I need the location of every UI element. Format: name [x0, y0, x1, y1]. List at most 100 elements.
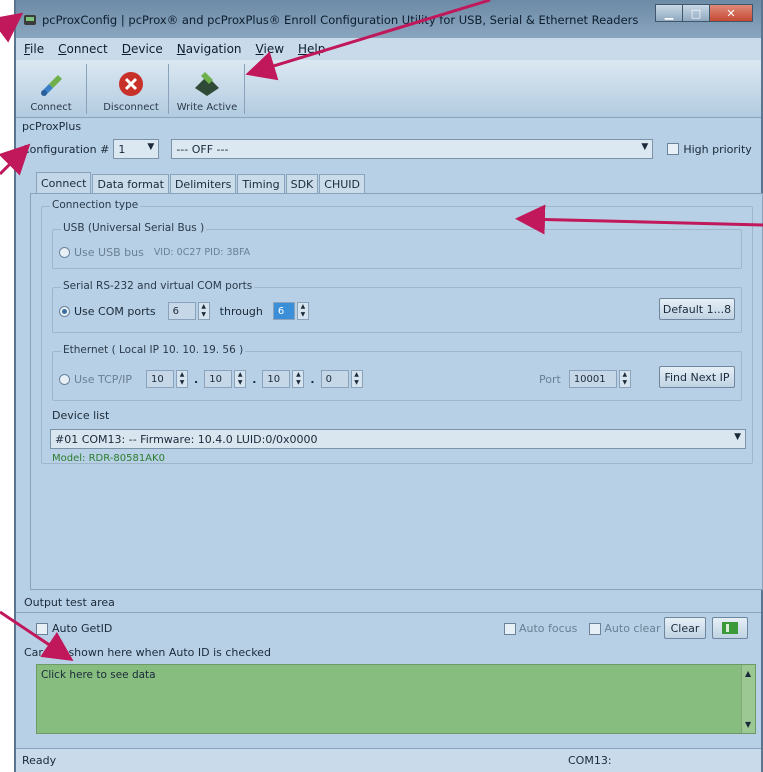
title-bar: pcProxConfig | pcProx® and pcProxPlus® E… [16, 0, 761, 38]
tab-sdk[interactable]: SDK [285, 174, 319, 194]
ip-octet-3[interactable]: 10 ▲ ▼ [262, 370, 305, 388]
port-value: 10001 [568, 370, 617, 388]
configuration-number-value: 1 [118, 142, 126, 156]
device-list-label: Device list [52, 409, 110, 422]
tab-strip: Connect Data format Delimiters Timing SD… [36, 172, 366, 194]
menu-help[interactable]: Help [298, 42, 325, 56]
connection-type-legend: Connection type [50, 199, 141, 211]
connect-icon [35, 68, 67, 100]
menu-device[interactable]: Device [122, 42, 163, 56]
spinner-icon[interactable]: ▲ ▼ [618, 370, 631, 388]
spinner-icon[interactable]: ▲ ▼ [197, 302, 210, 320]
tab-delimiters[interactable]: Delimiters [169, 174, 237, 194]
configuration-row: Configuration # 1 ▼ --- OFF --- ▼ High p… [22, 136, 761, 162]
chevron-down-icon: ▼ [734, 432, 741, 442]
usb-ids: VID: 0C27 PID: 3BFA [153, 247, 251, 258]
connect-button-label: Connect [30, 102, 72, 113]
spinner-icon[interactable]: ▲ ▼ [176, 370, 189, 388]
use-com-ports-radio[interactable] [59, 305, 70, 317]
scroll-up-icon[interactable]: ▲ [745, 669, 751, 678]
minimize-button[interactable]: ▁ [655, 4, 683, 22]
ethernet-legend: Ethernet ( Local IP 10. 10. 19. 56 ) [61, 344, 246, 356]
capture-button[interactable] [712, 617, 748, 639]
tab-connect[interactable]: Connect [36, 172, 92, 194]
find-next-ip-button[interactable]: Find Next IP [659, 366, 735, 388]
high-priority-label: High priority [683, 142, 752, 156]
auto-clear-checkbox[interactable] [589, 622, 602, 635]
toolbar-separator [86, 64, 87, 114]
configuration-number-select[interactable]: 1 ▼ [113, 139, 160, 159]
ip-octet-1[interactable]: 10 ▲ ▼ [146, 370, 189, 388]
status-bar: Ready COM13: [16, 748, 761, 772]
auto-focus-checkbox[interactable] [504, 622, 516, 635]
disconnect-button[interactable]: Disconnect [94, 62, 168, 116]
ip-octet-2-value: 10 [204, 370, 233, 388]
configuration-label: Configuration # [22, 142, 110, 156]
use-com-ports-label: Use COM ports [74, 304, 156, 318]
card-id-hint: Card ID shown here when Auto ID is check… [24, 646, 271, 659]
device-list-value: #01 COM13: -- Firmware: 10.4.0 LUID:0/0x… [55, 432, 318, 446]
high-priority-checkbox[interactable] [667, 143, 680, 155]
toolbar-separator [168, 64, 169, 114]
spinner-icon[interactable]: ▲ ▼ [292, 370, 305, 388]
toolbar: Connect Disconnect Write Active [16, 60, 761, 118]
use-tcpip-label: Use TCP/IP [74, 372, 133, 386]
ip-dot: . [310, 372, 315, 386]
output-test-area-title: Output test area [24, 596, 115, 609]
spinner-icon[interactable]: ▲ ▼ [234, 370, 247, 388]
spinner-icon[interactable]: ▲ ▼ [350, 370, 363, 388]
ip-dot: . [194, 372, 199, 386]
tab-data-format[interactable]: Data format [92, 174, 169, 194]
connect-button[interactable]: Connect [22, 62, 80, 116]
com-from-stepper[interactable]: 6 ▲ ▼ [167, 302, 210, 320]
port-label: Port [539, 372, 561, 386]
tab-timing[interactable]: Timing [237, 174, 285, 194]
write-active-button[interactable]: Write Active [172, 62, 242, 116]
close-button[interactable]: ✕ [709, 4, 753, 22]
status-port: COM13: [568, 754, 612, 767]
app-icon [24, 15, 36, 25]
com-to-stepper[interactable]: 6 ▲ ▼ [272, 302, 309, 320]
device-list-select[interactable]: #01 COM13: -- Firmware: 10.4.0 LUID:0/0x… [50, 429, 746, 449]
ip-octet-1-value: 10 [146, 370, 175, 388]
scroll-down-icon[interactable]: ▼ [745, 720, 751, 729]
spinner-icon[interactable]: ▲ ▼ [296, 302, 309, 320]
output-scrollbar[interactable]: ▲ ▼ [741, 665, 755, 733]
window-controls: ▁ □ ✕ [655, 4, 753, 22]
ip-dot: . [252, 372, 257, 386]
status-text: Ready [22, 754, 57, 767]
menu-bar: File Connect Device Navigation View Help [16, 38, 761, 60]
configuration-mode-select[interactable]: --- OFF --- ▼ [171, 139, 654, 159]
default-ports-button[interactable]: Default 1...8 [659, 298, 735, 320]
through-label: through [219, 304, 263, 318]
use-tcpip-radio[interactable] [59, 373, 70, 385]
ip-octet-2[interactable]: 10 ▲ ▼ [204, 370, 247, 388]
menu-view[interactable]: View [256, 42, 284, 56]
auto-getid-checkbox[interactable] [36, 622, 48, 635]
usb-legend: USB (Universal Serial Bus ) [61, 222, 207, 234]
menu-navigation[interactable]: Navigation [177, 42, 242, 56]
maximize-button[interactable]: □ [682, 4, 710, 22]
device-group-title: pcProxPlus [22, 120, 82, 133]
divider [16, 612, 761, 613]
output-data-area[interactable]: Click here to see data ▲ ▼ [36, 664, 756, 734]
output-data-hint: Click here to see data [41, 669, 156, 681]
use-usb-radio[interactable] [59, 247, 70, 258]
com-to-value: 6 [272, 302, 295, 320]
tab-chuid[interactable]: CHUID [319, 174, 365, 194]
port-stepper[interactable]: 10001 ▲ ▼ [568, 370, 631, 388]
usb-group: USB (Universal Serial Bus ) Use USB bus … [52, 222, 742, 269]
ip-octet-3-value: 10 [262, 370, 291, 388]
configuration-mode-value: --- OFF --- [176, 142, 229, 156]
ethernet-group: Ethernet ( Local IP 10. 10. 19. 56 ) Use… [52, 344, 742, 401]
disconnect-icon [115, 68, 147, 100]
ip-octet-4-value: 0 [320, 370, 349, 388]
clear-button[interactable]: Clear [664, 617, 706, 639]
toolbar-separator [244, 64, 245, 114]
menu-connect[interactable]: Connect [58, 42, 108, 56]
write-active-icon [191, 68, 223, 100]
com-from-value: 6 [167, 302, 196, 320]
ip-octet-4[interactable]: 0 ▲ ▼ [320, 370, 363, 388]
menu-file[interactable]: File [24, 42, 44, 56]
window-title: pcProxConfig | pcProx® and pcProxPlus® E… [42, 13, 639, 27]
